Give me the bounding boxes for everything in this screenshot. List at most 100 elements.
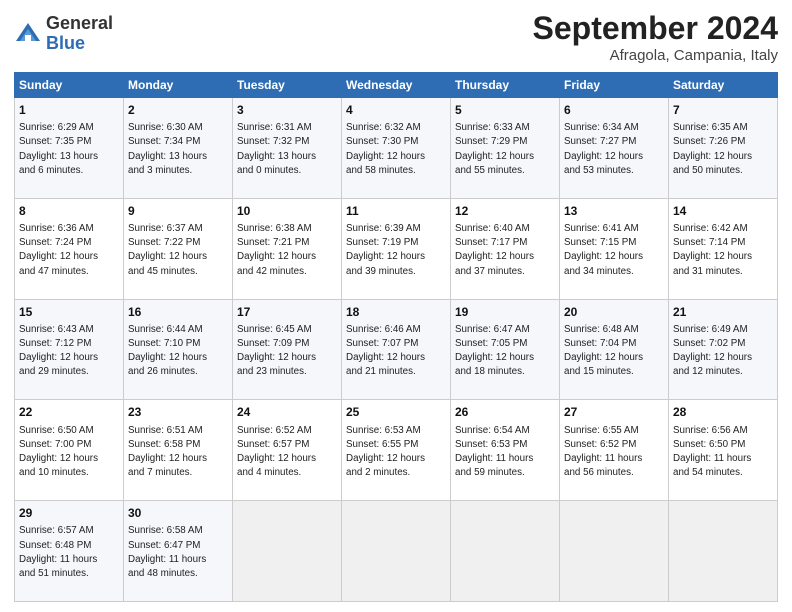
day-number: 30 bbox=[128, 505, 228, 521]
day-detail: Sunrise: 6:31 AMSunset: 7:32 PMDaylight:… bbox=[237, 122, 316, 176]
table-row: 27 Sunrise: 6:55 AMSunset: 6:52 PMDayligh… bbox=[560, 400, 669, 501]
day-number: 23 bbox=[128, 404, 228, 420]
calendar-row: 22 Sunrise: 6:50 AMSunset: 7:00 PMDayligh… bbox=[15, 400, 778, 501]
table-row: 23 Sunrise: 6:51 AMSunset: 6:58 PMDayligh… bbox=[124, 400, 233, 501]
day-detail: Sunrise: 6:33 AMSunset: 7:29 PMDaylight:… bbox=[455, 122, 534, 176]
col-monday: Monday bbox=[124, 73, 233, 98]
day-detail: Sunrise: 6:40 AMSunset: 7:17 PMDaylight:… bbox=[455, 223, 534, 277]
table-row: 8 Sunrise: 6:36 AMSunset: 7:24 PMDaylight… bbox=[15, 198, 124, 299]
day-number: 10 bbox=[237, 203, 337, 219]
day-detail: Sunrise: 6:34 AMSunset: 7:27 PMDaylight:… bbox=[564, 122, 643, 176]
table-row bbox=[233, 501, 342, 602]
col-saturday: Saturday bbox=[669, 73, 778, 98]
calendar-row: 15 Sunrise: 6:43 AMSunset: 7:12 PMDayligh… bbox=[15, 299, 778, 400]
page: General Blue September 2024 Afragola, Ca… bbox=[0, 0, 792, 612]
calendar-row: 1 Sunrise: 6:29 AMSunset: 7:35 PMDaylight… bbox=[15, 98, 778, 199]
table-row: 2 Sunrise: 6:30 AMSunset: 7:34 PMDaylight… bbox=[124, 98, 233, 199]
logo: General Blue bbox=[14, 14, 113, 54]
day-detail: Sunrise: 6:57 AMSunset: 6:48 PMDaylight:… bbox=[19, 525, 97, 579]
table-row bbox=[342, 501, 451, 602]
day-number: 29 bbox=[19, 505, 119, 521]
day-number: 3 bbox=[237, 102, 337, 118]
day-detail: Sunrise: 6:45 AMSunset: 7:09 PMDaylight:… bbox=[237, 324, 316, 378]
table-row: 18 Sunrise: 6:46 AMSunset: 7:07 PMDayligh… bbox=[342, 299, 451, 400]
day-number: 2 bbox=[128, 102, 228, 118]
col-wednesday: Wednesday bbox=[342, 73, 451, 98]
day-detail: Sunrise: 6:58 AMSunset: 6:47 PMDaylight:… bbox=[128, 525, 206, 579]
day-detail: Sunrise: 6:46 AMSunset: 7:07 PMDaylight:… bbox=[346, 324, 425, 378]
table-row: 10 Sunrise: 6:38 AMSunset: 7:21 PMDayligh… bbox=[233, 198, 342, 299]
table-row: 20 Sunrise: 6:48 AMSunset: 7:04 PMDayligh… bbox=[560, 299, 669, 400]
col-tuesday: Tuesday bbox=[233, 73, 342, 98]
day-number: 7 bbox=[673, 102, 773, 118]
day-number: 19 bbox=[455, 304, 555, 320]
day-detail: Sunrise: 6:53 AMSunset: 6:55 PMDaylight:… bbox=[346, 425, 425, 479]
day-detail: Sunrise: 6:29 AMSunset: 7:35 PMDaylight:… bbox=[19, 122, 98, 176]
day-number: 17 bbox=[237, 304, 337, 320]
day-detail: Sunrise: 6:35 AMSunset: 7:26 PMDaylight:… bbox=[673, 122, 752, 176]
table-row: 4Sunrise: 6:32 AMSunset: 7:30 PMDaylight… bbox=[342, 98, 451, 199]
day-number: 26 bbox=[455, 404, 555, 420]
day-detail: Sunrise: 6:52 AMSunset: 6:57 PMDaylight:… bbox=[237, 425, 316, 479]
day-number: 16 bbox=[128, 304, 228, 320]
day-detail: Sunrise: 6:41 AMSunset: 7:15 PMDaylight:… bbox=[564, 223, 643, 277]
calendar-row: 8 Sunrise: 6:36 AMSunset: 7:24 PMDaylight… bbox=[15, 198, 778, 299]
logo-text: General Blue bbox=[46, 14, 113, 54]
day-detail: Sunrise: 6:42 AMSunset: 7:14 PMDaylight:… bbox=[673, 223, 752, 277]
day-detail: Sunrise: 6:47 AMSunset: 7:05 PMDaylight:… bbox=[455, 324, 534, 378]
title-block: September 2024 Afragola, Campania, Italy bbox=[533, 10, 778, 64]
table-row bbox=[451, 501, 560, 602]
day-detail: Sunrise: 6:50 AMSunset: 7:00 PMDaylight:… bbox=[19, 425, 98, 479]
table-row: 1 Sunrise: 6:29 AMSunset: 7:35 PMDaylight… bbox=[15, 98, 124, 199]
table-row bbox=[560, 501, 669, 602]
table-row: 7 Sunrise: 6:35 AMSunset: 7:26 PMDaylight… bbox=[669, 98, 778, 199]
table-row: 19 Sunrise: 6:47 AMSunset: 7:05 PMDayligh… bbox=[451, 299, 560, 400]
day-number: 1 bbox=[19, 102, 119, 118]
table-row: 28 Sunrise: 6:56 AMSunset: 6:50 PMDayligh… bbox=[669, 400, 778, 501]
logo-general: General bbox=[46, 14, 113, 34]
day-detail: Sunrise: 6:54 AMSunset: 6:53 PMDaylight:… bbox=[455, 425, 533, 479]
day-number: 9 bbox=[128, 203, 228, 219]
day-number: 14 bbox=[673, 203, 773, 219]
day-detail: Sunrise: 6:39 AMSunset: 7:19 PMDaylight:… bbox=[346, 223, 425, 277]
table-row: 29 Sunrise: 6:57 AMSunset: 6:48 PMDayligh… bbox=[15, 501, 124, 602]
calendar-row: 29 Sunrise: 6:57 AMSunset: 6:48 PMDayligh… bbox=[15, 501, 778, 602]
table-row: 5 Sunrise: 6:33 AMSunset: 7:29 PMDaylight… bbox=[451, 98, 560, 199]
calendar-table: Sunday Monday Tuesday Wednesday Thursday… bbox=[14, 72, 778, 602]
day-number: 12 bbox=[455, 203, 555, 219]
day-number: 13 bbox=[564, 203, 664, 219]
day-detail: Sunrise: 6:51 AMSunset: 6:58 PMDaylight:… bbox=[128, 425, 207, 479]
day-number: 28 bbox=[673, 404, 773, 420]
day-detail: Sunrise: 6:49 AMSunset: 7:02 PMDaylight:… bbox=[673, 324, 752, 378]
day-number: 15 bbox=[19, 304, 119, 320]
table-row: 26 Sunrise: 6:54 AMSunset: 6:53 PMDayligh… bbox=[451, 400, 560, 501]
day-detail: Sunrise: 6:38 AMSunset: 7:21 PMDaylight:… bbox=[237, 223, 316, 277]
table-row: 14 Sunrise: 6:42 AMSunset: 7:14 PMDayligh… bbox=[669, 198, 778, 299]
day-detail: Sunrise: 6:32 AMSunset: 7:30 PMDaylight:… bbox=[346, 122, 425, 176]
day-number: 24 bbox=[237, 404, 337, 420]
logo-icon bbox=[14, 21, 42, 49]
day-number: 27 bbox=[564, 404, 664, 420]
day-detail: Sunrise: 6:48 AMSunset: 7:04 PMDaylight:… bbox=[564, 324, 643, 378]
day-number: 18 bbox=[346, 304, 446, 320]
day-number: 21 bbox=[673, 304, 773, 320]
day-detail: Sunrise: 6:43 AMSunset: 7:12 PMDaylight:… bbox=[19, 324, 98, 378]
day-number: 8 bbox=[19, 203, 119, 219]
day-detail: Sunrise: 6:44 AMSunset: 7:10 PMDaylight:… bbox=[128, 324, 207, 378]
table-row: 21 Sunrise: 6:49 AMSunset: 7:02 PMDayligh… bbox=[669, 299, 778, 400]
day-number: 11 bbox=[346, 203, 446, 219]
day-detail: Sunrise: 6:55 AMSunset: 6:52 PMDaylight:… bbox=[564, 425, 642, 479]
day-detail: Sunrise: 6:30 AMSunset: 7:34 PMDaylight:… bbox=[128, 122, 207, 176]
day-number: 20 bbox=[564, 304, 664, 320]
day-number: 22 bbox=[19, 404, 119, 420]
day-number: 5 bbox=[455, 102, 555, 118]
table-row: 17 Sunrise: 6:45 AMSunset: 7:09 PMDayligh… bbox=[233, 299, 342, 400]
day-detail: Sunrise: 6:37 AMSunset: 7:22 PMDaylight:… bbox=[128, 223, 207, 277]
table-row: 22 Sunrise: 6:50 AMSunset: 7:00 PMDayligh… bbox=[15, 400, 124, 501]
table-row: 24 Sunrise: 6:52 AMSunset: 6:57 PMDayligh… bbox=[233, 400, 342, 501]
col-thursday: Thursday bbox=[451, 73, 560, 98]
day-detail: Sunrise: 6:36 AMSunset: 7:24 PMDaylight:… bbox=[19, 223, 98, 277]
logo-blue: Blue bbox=[46, 34, 113, 54]
day-detail: Sunrise: 6:56 AMSunset: 6:50 PMDaylight:… bbox=[673, 425, 751, 479]
table-row: 30 Sunrise: 6:58 AMSunset: 6:47 PMDayligh… bbox=[124, 501, 233, 602]
